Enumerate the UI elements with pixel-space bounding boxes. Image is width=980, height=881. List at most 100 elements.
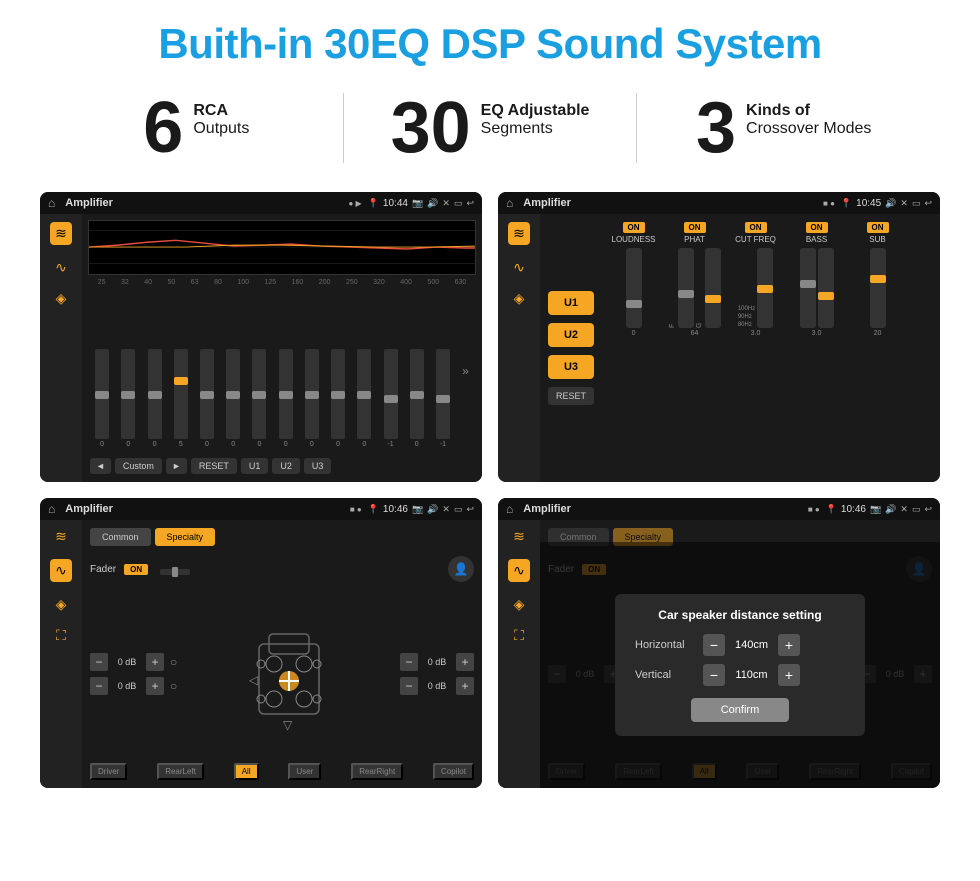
eq-slider-14[interactable]: -1 [436,349,450,448]
fader-user-btn[interactable]: User [288,763,321,780]
dialog-horizontal-plus[interactable]: + [778,634,800,656]
distance-expand-icon[interactable]: ⛶ [514,627,524,644]
dialog-vertical-plus[interactable]: + [778,664,800,686]
db-plus-3[interactable]: + [456,653,474,671]
eq-slider-2[interactable]: 0 [121,349,135,448]
fader-back-icon[interactable]: ↩ [466,504,474,515]
bass-slider1[interactable] [800,248,816,328]
fader-driver-btn[interactable]: Driver [90,763,127,780]
slider-track-5[interactable] [200,349,214,439]
dialog-confirm-btn[interactable]: Confirm [691,698,790,722]
fader-common-tab[interactable]: Common [90,528,151,546]
dialog-vertical-minus[interactable]: − [703,664,725,686]
fader-specialty-tab[interactable]: Specialty [155,528,216,546]
slider-track-3[interactable] [148,349,162,439]
slider-thumb-3[interactable] [148,391,162,399]
eq-slider-8[interactable]: 0 [279,349,293,448]
db-minus-2[interactable]: − [90,677,108,695]
slider-thumb-14[interactable] [436,395,450,403]
db-minus-1[interactable]: − [90,653,108,671]
eq-slider-10[interactable]: 0 [331,349,345,448]
slider-track-6[interactable] [226,349,240,439]
eq-slider-13[interactable]: 0 [410,349,424,448]
slider-thumb-4[interactable] [174,377,188,385]
sub-thumb[interactable] [870,275,886,283]
phat-slider[interactable] [678,248,694,328]
crossover-home-icon[interactable]: ⌂ [506,196,513,210]
fader-mini-thumb[interactable] [172,567,178,577]
phat-g-thumb[interactable] [705,295,721,303]
crossover-eq-icon[interactable]: ≋ [508,222,530,245]
distance-back-icon[interactable]: ↩ [924,504,932,515]
fader-expand-icon[interactable]: ⛶ [56,627,66,644]
crossover-u3-btn[interactable]: U3 [548,355,594,379]
eq-custom-btn[interactable]: Custom [115,458,162,474]
fader-rearleft-btn[interactable]: RearLeft [157,763,204,780]
sub-slider[interactable] [870,248,886,328]
fader-all-btn[interactable]: All [234,763,259,780]
distance-speaker-icon[interactable]: ◈ [514,596,525,613]
eq-slider-4[interactable]: 5 [174,349,188,448]
eq-u3-btn[interactable]: U3 [304,458,332,474]
slider-thumb-2[interactable] [121,391,135,399]
home-icon[interactable]: ⌂ [48,196,55,210]
slider-thumb-11[interactable] [357,391,371,399]
slider-thumb-1[interactable] [95,391,109,399]
cutfreq-thumb[interactable] [757,285,773,293]
eq-u2-btn[interactable]: U2 [272,458,300,474]
fader-home-icon[interactable]: ⌂ [48,502,55,516]
dialog-horizontal-minus[interactable]: − [703,634,725,656]
db-minus-4[interactable]: − [400,677,418,695]
eq-next-btn[interactable]: ► [166,458,187,474]
slider-thumb-10[interactable] [331,391,345,399]
distance-wave-icon[interactable]: ∿ [508,559,530,582]
eq-slider-11[interactable]: 0 [357,349,371,448]
eq-slider-3[interactable]: 0 [148,349,162,448]
eq-sidebar-wave-icon[interactable]: ∿ [55,259,67,276]
slider-track-8[interactable] [279,349,293,439]
crossover-u1-btn[interactable]: U1 [548,291,594,315]
crossover-u2-btn[interactable]: U2 [548,323,594,347]
slider-thumb-7[interactable] [252,391,266,399]
db-plus-1[interactable]: + [146,653,164,671]
slider-thumb-12[interactable] [384,395,398,403]
db-plus-2[interactable]: + [146,677,164,695]
slider-track-10[interactable] [331,349,345,439]
loudness-thumb[interactable] [626,300,642,308]
slider-thumb-8[interactable] [279,391,293,399]
crossover-back-icon[interactable]: ↩ [924,198,932,209]
phat-g-slider[interactable] [705,248,721,328]
loudness-slider[interactable] [626,248,642,328]
eq-slider-9[interactable]: 0 [305,349,319,448]
eq-prev-btn[interactable]: ◄ [90,458,111,474]
fader-wave-icon[interactable]: ∿ [50,559,72,582]
slider-track-12[interactable] [384,349,398,439]
fader-copilot-btn[interactable]: Copilot [433,763,474,780]
slider-track-4[interactable] [174,349,188,439]
eq-slider-7[interactable]: 0 [252,349,266,448]
bass-thumb1[interactable] [800,280,816,288]
slider-track-7[interactable] [252,349,266,439]
slider-track-11[interactable] [357,349,371,439]
bass-slider2[interactable] [818,248,834,328]
crossover-wave-icon[interactable]: ∿ [513,259,525,276]
eq-slider-1[interactable]: 0 [95,349,109,448]
db-plus-4[interactable]: + [456,677,474,695]
fader-speaker-icon[interactable]: ◈ [56,596,67,613]
slider-thumb-9[interactable] [305,391,319,399]
eq-u1-btn[interactable]: U1 [241,458,269,474]
slider-thumb-13[interactable] [410,391,424,399]
slider-thumb-6[interactable] [226,391,240,399]
slider-track-2[interactable] [121,349,135,439]
fader-eq-icon[interactable]: ≋ [55,528,67,545]
eq-slider-more[interactable]: » [462,364,469,378]
eq-slider-5[interactable]: 0 [200,349,214,448]
eq-sidebar-eq-icon[interactable]: ≋ [50,222,72,245]
eq-slider-6[interactable]: 0 [226,349,240,448]
eq-sidebar-speaker-icon[interactable]: ◈ [56,290,67,307]
slider-thumb-5[interactable] [200,391,214,399]
fader-rearright-btn[interactable]: RearRight [351,763,403,780]
crossover-reset-btn[interactable]: RESET [548,387,594,405]
fader-speaker-btn[interactable]: 👤 [448,556,474,582]
eq-back-icon[interactable]: ↩ [466,198,474,209]
